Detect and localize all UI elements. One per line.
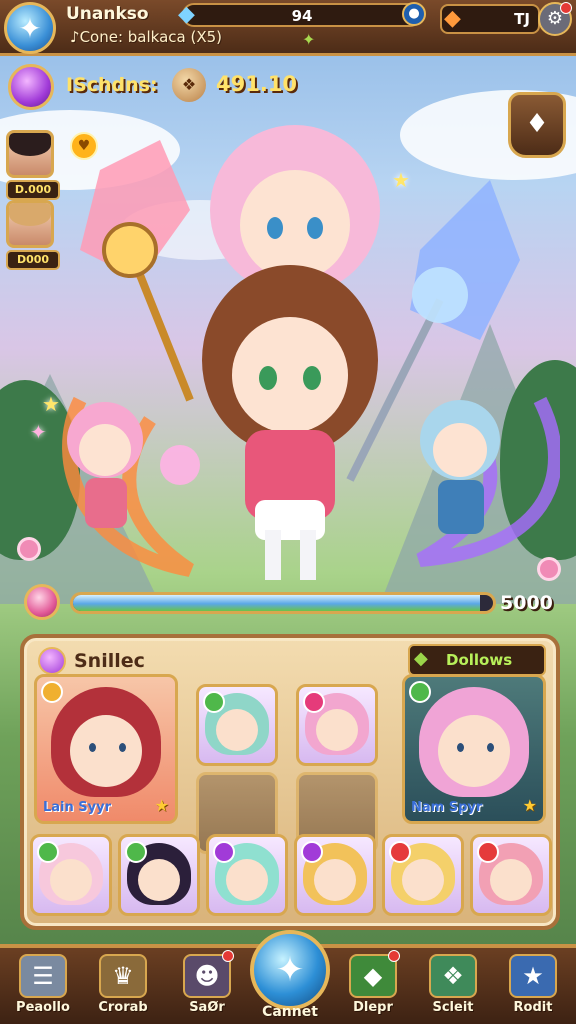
green-gem-icon: ◆ xyxy=(414,648,428,669)
nav-label: Dlepr xyxy=(353,1000,393,1015)
nav-item-saor[interactable]: ☻ SaØr xyxy=(172,950,242,1024)
friend-value: D.000 xyxy=(6,180,60,200)
leaf-icon[interactable]: ✦ xyxy=(302,30,315,49)
hero-card[interactable] xyxy=(382,834,464,916)
crystal-icon: ❖ xyxy=(429,954,477,998)
magic-burst xyxy=(160,445,200,485)
resource-counter[interactable]: ◆ TJ xyxy=(440,4,540,34)
friend-avatar[interactable] xyxy=(6,130,54,178)
notification-dot xyxy=(222,950,234,962)
progress-value: 5000 xyxy=(500,592,553,614)
panel-header: Snillec xyxy=(38,646,145,676)
purple-orb-icon xyxy=(38,647,66,675)
stat-value: 491.10 xyxy=(216,72,298,96)
hero-card-large[interactable]: Nam Spyr ★ xyxy=(402,674,546,824)
element-icon xyxy=(213,841,235,863)
star-crystal-icon: ✦ xyxy=(18,11,42,45)
staff-head xyxy=(102,222,158,278)
element-icon xyxy=(41,681,63,703)
blue-coin-icon[interactable]: ● xyxy=(402,2,426,26)
progress-fill xyxy=(73,595,481,611)
stat-label: ISchdns: xyxy=(66,74,158,96)
hero-card-large[interactable]: Lain Syyr ★ xyxy=(34,674,178,824)
nav-item-peaollo[interactable]: ☰ Peaollo xyxy=(8,954,78,1024)
hero-name: Lain Syyr xyxy=(43,800,112,815)
heart-badge-icon[interactable]: ♥ xyxy=(70,132,98,160)
friend-avatar[interactable] xyxy=(6,200,54,248)
player-name: Unankso xyxy=(66,4,149,24)
gem-currency-bar[interactable]: ◆ 94 ● xyxy=(178,2,426,27)
pouch-icon[interactable]: ❖ xyxy=(172,68,206,102)
element-icon xyxy=(203,691,225,713)
nav-item-rodit[interactable]: ★ Rodit xyxy=(498,954,568,1024)
shield-icon: ♦ xyxy=(525,109,549,139)
rank-star-icon: ★ xyxy=(522,796,537,815)
hero-card[interactable] xyxy=(296,684,378,766)
pink-girl-face xyxy=(240,170,350,280)
bottom-nav: ☰ Peaollo ♛ Crorab ☻ SaØr ✦ Cannet ◆ Dle… xyxy=(0,930,576,1024)
hero-illustration xyxy=(62,125,560,580)
team-panel: Snillec ◆ Dollows Lain Syyr ★ Nam Spyr ★ xyxy=(20,634,560,930)
nav-label: SaØr xyxy=(189,1000,225,1015)
hero-card[interactable] xyxy=(196,684,278,766)
friend-value: D000 xyxy=(6,250,60,270)
friend-card[interactable]: D000 xyxy=(6,200,60,270)
resource-value: TJ xyxy=(514,10,530,28)
hero-name: Nam Spyr xyxy=(411,800,483,815)
element-icon xyxy=(389,841,411,863)
notification-dot xyxy=(388,950,400,962)
hero-card[interactable] xyxy=(118,834,200,916)
hero-card[interactable] xyxy=(470,834,552,916)
spirit-orb-icon[interactable] xyxy=(8,64,54,110)
element-icon xyxy=(409,681,431,703)
staff-crystal xyxy=(412,267,468,323)
main-girl-face xyxy=(232,317,348,433)
nav-label: Scleit xyxy=(432,1000,474,1015)
player-subtitle: ♪Cone: balkaca (X5) xyxy=(70,28,223,46)
amber-gem-icon: ◆ xyxy=(444,6,461,31)
guild-shield-button[interactable]: ♦ xyxy=(508,92,566,158)
hero-card[interactable] xyxy=(30,834,112,916)
flower xyxy=(20,540,38,558)
nav-center-label: Cannet xyxy=(262,1004,318,1020)
element-icon xyxy=(301,841,323,863)
panel-title: Snillec xyxy=(74,650,145,672)
notification-dot xyxy=(560,2,572,14)
settings-button[interactable]: ⚙ xyxy=(538,2,572,36)
rank-star-icon: ★ xyxy=(154,796,169,815)
hero-card[interactable] xyxy=(206,834,288,916)
element-icon xyxy=(125,841,147,863)
crown-icon: ♛ xyxy=(99,954,147,998)
nav-center-button[interactable]: ✦ xyxy=(250,930,330,1010)
nav-label: Rodit xyxy=(513,1000,553,1015)
followers-tab[interactable]: ◆ Dollows xyxy=(408,644,546,676)
blue-crystal-icon: ✦ xyxy=(275,950,305,990)
scroll-icon: ☰ xyxy=(19,954,67,998)
element-icon xyxy=(477,841,499,863)
power-progress-bar xyxy=(70,592,496,614)
gem-count: 94 xyxy=(291,7,313,25)
element-icon xyxy=(37,841,59,863)
profile-badge[interactable]: ✦ xyxy=(4,2,56,54)
element-icon xyxy=(303,691,325,713)
nav-item-scleit[interactable]: ❖ Scleit xyxy=(418,954,488,1024)
nav-label: Peaollo xyxy=(16,1000,70,1015)
nav-item-crorab[interactable]: ♛ Crorab xyxy=(88,954,158,1024)
star-icon: ★ xyxy=(509,954,557,998)
nav-label: Crorab xyxy=(98,1000,148,1015)
nav-item-dlepr[interactable]: ◆ Dlepr xyxy=(338,950,408,1024)
friend-card[interactable]: D.000 xyxy=(6,130,60,200)
hero-card[interactable] xyxy=(294,834,376,916)
followers-label: Dollows xyxy=(446,651,513,669)
top-bar: ✦ Unankso ♪Cone: balkaca (X5) ◆ 94 ● ✦ ◆… xyxy=(0,0,576,56)
progress-orb-icon xyxy=(24,584,60,620)
